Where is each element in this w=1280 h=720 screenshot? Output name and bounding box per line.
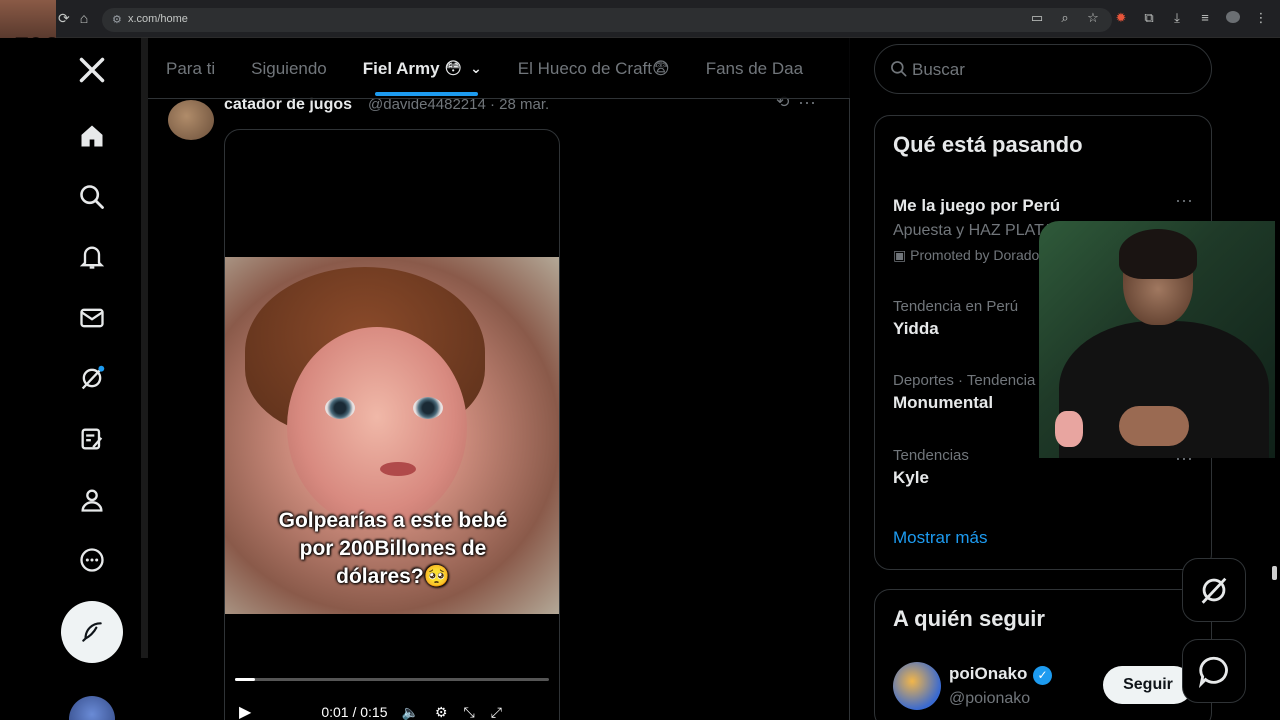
video-controls: ▶ 0:01 / 0:15 🔈 ⚙ ⤡ ⤢ — [239, 702, 549, 720]
video-progress-bar[interactable] — [235, 678, 549, 681]
verified-badge-icon: ✓ — [1033, 666, 1052, 685]
suggested-user-avatar[interactable] — [893, 662, 941, 710]
minimize-icon[interactable]: ⤡ — [463, 704, 474, 720]
mail-icon[interactable] — [72, 298, 112, 338]
puzzle-icon[interactable]: ⧉ — [1142, 10, 1156, 26]
cast-icon[interactable]: ▭ — [1030, 10, 1044, 26]
search-placeholder: Buscar — [912, 60, 965, 79]
webcam-hair — [1119, 229, 1197, 279]
thumbnail-eye-right — [413, 397, 443, 419]
tab-siguiendo[interactable]: Siguiendo — [233, 38, 345, 98]
webcam-sticker — [1055, 411, 1083, 447]
notes-icon[interactable] — [72, 419, 112, 459]
main-timeline: Para ti Siguiendo Fiel Army 😳 ⌄ El Hueco … — [148, 38, 850, 720]
browser-actions: ▭ ⌕ ☆ ✹ ⧉ ⤓ ≡ ⋮ — [1030, 10, 1268, 26]
thumbnail-eye-left — [325, 397, 355, 419]
left-nav — [0, 38, 148, 720]
suggested-user-handle: @poionako — [949, 690, 1031, 707]
tab-fans-de-daa[interactable]: Fans de Daa — [688, 38, 821, 98]
streamer-face-overlay — [0, 0, 56, 38]
search-input[interactable]: Buscar — [874, 44, 1212, 94]
video-progress-fill — [235, 678, 256, 681]
volume-icon[interactable]: 🔈 — [401, 704, 418, 720]
left-scrollbar[interactable] — [141, 38, 148, 658]
video-thumbnail: Golpearías a este bebé por 200Billones d… — [225, 257, 559, 614]
trend-more-icon[interactable]: ··· — [1175, 190, 1193, 211]
messages-float-button[interactable] — [1182, 639, 1246, 703]
tab-el-hueco-de-craft[interactable]: El Hueco de Craft😨 — [500, 38, 688, 98]
site-info-icon[interactable]: ⚙ — [112, 13, 122, 26]
address-bar[interactable]: ⚙ x.com/home — [102, 8, 1112, 32]
who-to-follow-card: A quién seguir poiOnako ✓ @poionako Segu… — [874, 589, 1212, 720]
tab-para-ti[interactable]: Para ti — [148, 38, 233, 98]
video-caption: Golpearías a este bebé por 200Billones d… — [278, 509, 508, 588]
webcam-arm — [1119, 406, 1189, 446]
who-to-follow-title: A quién seguir — [893, 606, 1045, 631]
play-icon[interactable]: ▶ — [239, 702, 251, 720]
follow-button[interactable]: Seguir — [1103, 666, 1193, 704]
search-icon[interactable] — [72, 177, 112, 217]
account-avatar[interactable] — [69, 696, 115, 720]
browser-toolbar: ⟳ ⌂ ⚙ x.com/home ▭ ⌕ ☆ ✹ ⧉ ⤓ ≡ ⋮ — [0, 0, 1280, 38]
url-text: x.com/home — [128, 13, 188, 25]
profile-avatar[interactable] — [1226, 11, 1240, 23]
tweet-video[interactable]: Golpearías a este bebé por 200Billones d… — [224, 129, 560, 720]
search-icon — [891, 61, 907, 77]
trends-title: Qué está pasando — [893, 132, 1083, 157]
bookmark-star-icon[interactable]: ☆ — [1086, 10, 1100, 26]
tweet-author-avatar[interactable] — [168, 100, 214, 140]
more-icon[interactable] — [72, 540, 112, 580]
zoom-icon[interactable]: ⌕ — [1058, 10, 1072, 26]
suggested-user-name[interactable]: poiOnako — [949, 664, 1027, 684]
tab-fiel-army[interactable]: Fiel Army 😳 ⌄ — [345, 38, 500, 98]
thumbnail-face — [287, 327, 467, 527]
media-icon[interactable]: ≡ — [1198, 10, 1212, 26]
grok-icon — [1201, 577, 1227, 604]
streamer-webcam-overlay — [1039, 221, 1275, 458]
bell-icon[interactable] — [72, 237, 112, 277]
download-icon[interactable]: ⤓ — [1170, 10, 1184, 26]
settings-icon[interactable]: ⚙ — [435, 704, 448, 720]
browser-home-icon[interactable]: ⌂ — [80, 10, 88, 27]
profile-icon[interactable] — [72, 480, 112, 520]
browser-nav: ⟳ ⌂ — [58, 10, 88, 27]
kebab-menu-icon[interactable]: ⋮ — [1254, 10, 1268, 26]
fullscreen-icon[interactable]: ⤢ — [491, 704, 502, 720]
feather-icon — [82, 622, 102, 642]
reload-icon[interactable]: ⟳ — [58, 10, 70, 27]
show-more-link[interactable]: Mostrar más — [893, 528, 987, 548]
thumbnail-mouth — [380, 462, 416, 476]
x-logo-icon[interactable] — [72, 50, 112, 90]
grok-float-button[interactable] — [1182, 558, 1246, 622]
extension-icon[interactable]: ✹ — [1114, 10, 1128, 26]
grok-icon[interactable] — [72, 358, 112, 398]
right-scrollbar[interactable] — [1272, 566, 1277, 580]
chat-bubble-icon — [1198, 656, 1228, 688]
home-icon[interactable] — [72, 116, 112, 156]
video-time: 0:01 / 0:15 — [321, 704, 388, 720]
timeline-tabs: Para ti Siguiendo Fiel Army 😳 ⌄ El Hueco … — [148, 38, 850, 99]
post-button[interactable] — [61, 601, 123, 663]
active-tab-indicator — [374, 92, 478, 96]
chevron-down-icon[interactable]: ⌄ — [470, 60, 482, 77]
